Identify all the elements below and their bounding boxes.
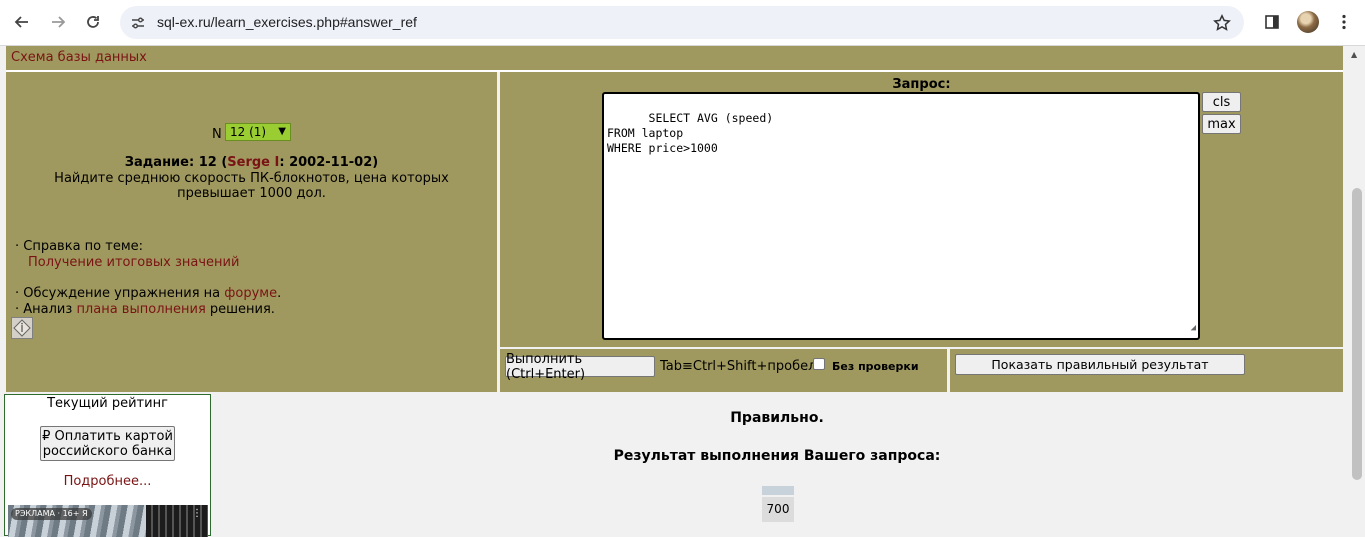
result-table-header xyxy=(762,486,794,495)
no-check-checkbox[interactable] xyxy=(813,358,825,370)
ad-menu-icon[interactable]: ⋮ xyxy=(192,508,202,519)
discussion-prefix: · Обсуждение упражнения на xyxy=(15,286,225,301)
resize-grip-icon[interactable]: ◢ xyxy=(1191,321,1196,336)
schema-link[interactable]: Схема базы данных xyxy=(11,50,147,65)
scroll-up-icon[interactable]: ▲ xyxy=(1351,50,1357,59)
analysis-suffix: решения. xyxy=(205,302,275,317)
address-bar[interactable]: sql-ex.ru/learn_exercises.php#answer_ref xyxy=(120,6,1244,39)
chevron-down-icon: ▼ xyxy=(278,126,286,137)
bookmark-star-icon[interactable] xyxy=(1212,13,1232,33)
url-text[interactable]: sql-ex.ru/learn_exercises.php#answer_ref xyxy=(157,14,417,30)
exercise-select[interactable]: 12 (1) ▼ xyxy=(225,123,291,141)
page-content: Схема базы данных N 12 (1) ▼ Задание: 12… xyxy=(0,46,1349,537)
cls-button[interactable]: cls xyxy=(1202,92,1241,112)
task-heading: Задание: 12 (Serge I: 2002-11-02) xyxy=(6,155,497,170)
rating-box: Текущий рейтинг ₽ Оплатить картой россий… xyxy=(4,394,211,537)
discussion-suffix: . xyxy=(277,286,282,301)
tab-hint: Tab≡Ctrl+Shift+пробел xyxy=(660,359,817,374)
profile-avatar[interactable] xyxy=(1297,11,1319,33)
task-date: : 2002-11-02) xyxy=(279,155,379,170)
query-panel: Запрос: SELECT AVG (speed) FROM laptop W… xyxy=(500,72,1343,347)
result-status: Правильно. xyxy=(730,410,824,426)
help-topic-link[interactable]: Получение итоговых значений xyxy=(28,255,239,270)
pay-by-card-button[interactable]: ₽ Оплатить картой российского банка xyxy=(40,426,175,461)
side-panel-icon[interactable] xyxy=(1259,9,1285,35)
query-title: Запрос: xyxy=(892,77,951,92)
show-correct-result-button[interactable]: Показать правильный результат xyxy=(955,354,1245,375)
pay-button-line1: ₽ Оплатить картой xyxy=(42,428,173,444)
rating-title: Текущий рейтинг xyxy=(47,396,168,411)
pay-button-line2: российского банка xyxy=(42,443,173,459)
analysis-line: · Анализ плана выполнения решения. xyxy=(15,302,275,317)
info-icon[interactable] xyxy=(11,317,33,339)
scrollbar-thumb[interactable] xyxy=(1352,188,1362,480)
run-button[interactable]: Выполнить (Ctrl+Enter) xyxy=(505,352,655,382)
more-info-link[interactable]: Подробнее... xyxy=(5,474,210,489)
help-label: · Справка по теме: xyxy=(15,239,144,254)
site-settings-icon[interactable] xyxy=(128,13,148,33)
result-table-cell: 700 xyxy=(762,497,794,522)
discussion-line: · Обсуждение упражнения на форуме. xyxy=(15,286,281,301)
query-textarea[interactable]: SELECT AVG (speed) FROM laptop WHERE pri… xyxy=(602,92,1200,340)
more-menu-icon[interactable] xyxy=(1331,9,1357,35)
browser-toolbar: sql-ex.ru/learn_exercises.php#answer_ref xyxy=(0,0,1365,46)
ad-badge: РЭКЛАМА · 16+ Я xyxy=(11,508,92,520)
task-prefix: Задание: 12 ( xyxy=(124,155,228,170)
run-controls: Выполнить (Ctrl+Enter) Tab≡Ctrl+Shift+пр… xyxy=(500,349,947,392)
analysis-prefix: · Анализ xyxy=(15,302,77,317)
exercise-number-label: N xyxy=(212,127,222,142)
show-result-panel: Показать правильный результат xyxy=(950,349,1343,392)
reload-icon[interactable] xyxy=(80,9,106,35)
task-description: Найдите среднюю скорость ПК-блокнотов, ц… xyxy=(54,171,449,201)
back-arrow-icon[interactable] xyxy=(9,9,35,35)
max-button[interactable]: max xyxy=(1202,114,1241,134)
exercise-select-value: 12 (1) xyxy=(230,125,267,139)
advertisement-banner[interactable]: РЭКЛАМА · 16+ Я ⋮ xyxy=(8,505,208,537)
query-text: SELECT AVG (speed) FROM laptop WHERE pri… xyxy=(607,111,774,155)
exercise-panel: N 12 (1) ▼ Задание: 12 (Serge I: 2002-11… xyxy=(6,72,497,392)
execution-plan-link[interactable]: плана выполнения xyxy=(76,302,205,317)
schema-bar: Схема базы данных xyxy=(6,46,1343,72)
forward-arrow-icon[interactable] xyxy=(45,9,71,35)
no-check-label: Без проверки xyxy=(832,360,919,373)
author-link[interactable]: Serge I xyxy=(227,155,279,170)
result-title: Результат выполнения Вашего запроса: xyxy=(613,448,941,464)
forum-link[interactable]: форуме xyxy=(224,286,277,301)
